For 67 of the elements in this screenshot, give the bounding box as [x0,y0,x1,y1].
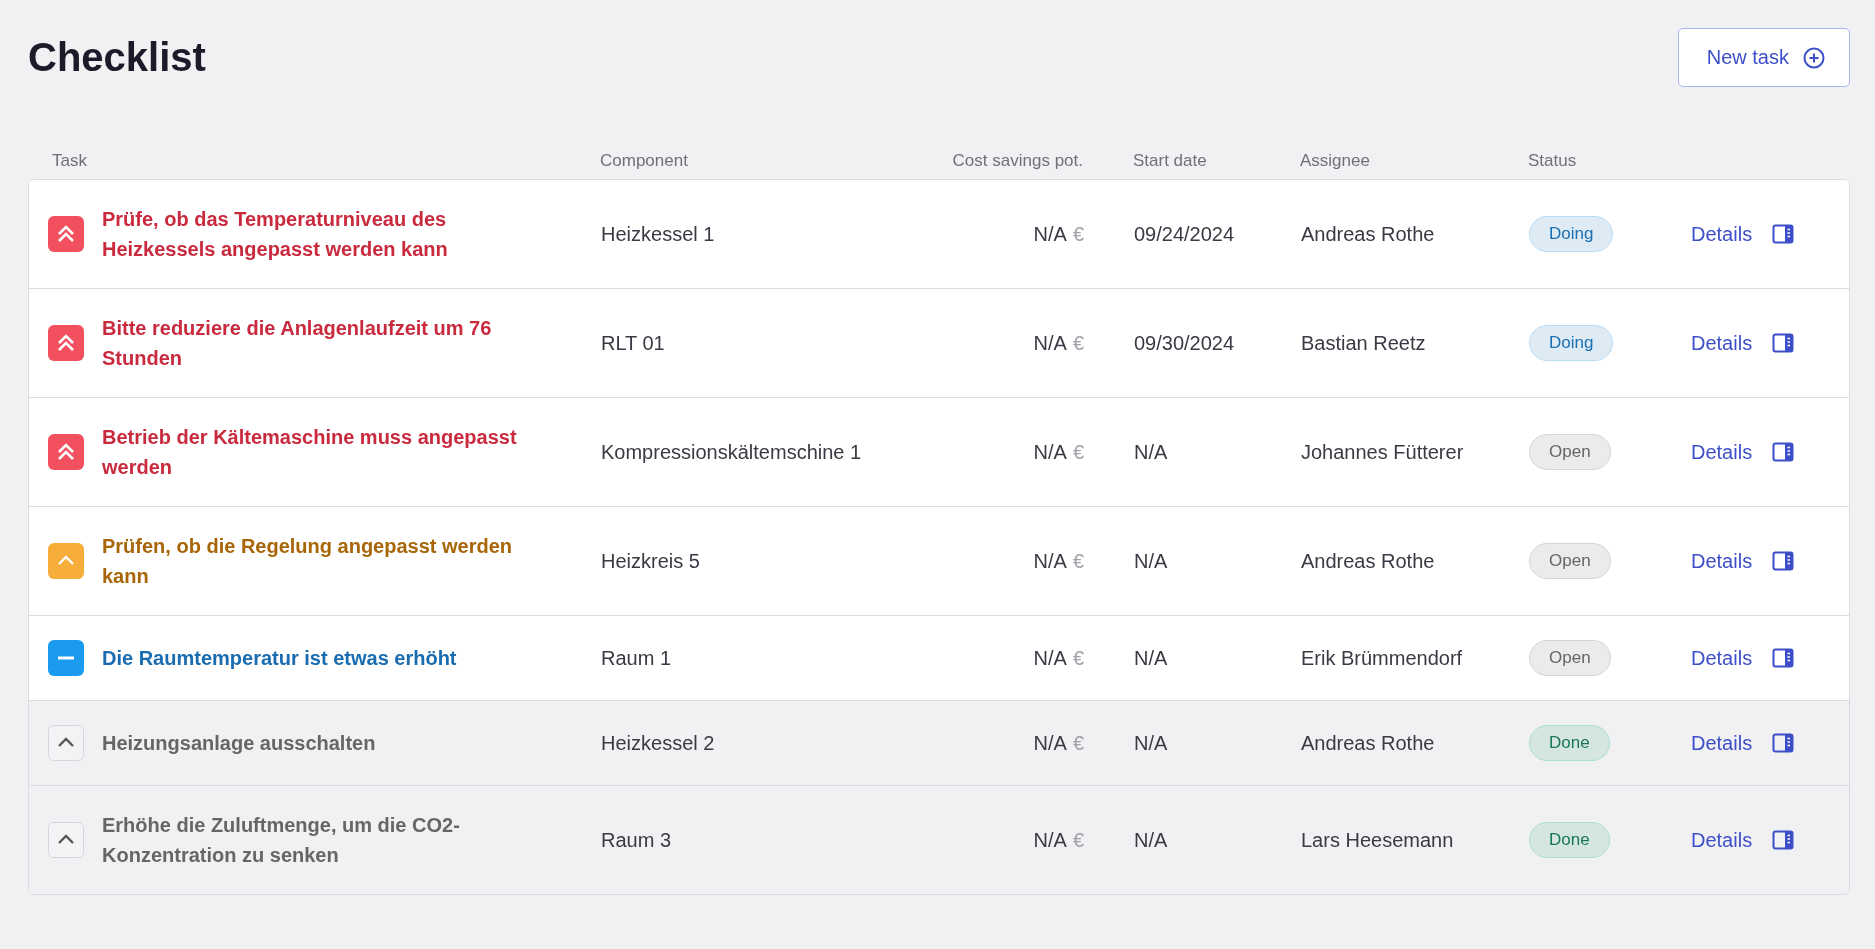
component-cell-text: RLT 01 [601,331,666,355]
details-link[interactable]: Details [1691,549,1795,573]
side-panel-icon [1772,441,1795,463]
start-date-cell-text: N/A [1134,549,1169,573]
status-badge: Open [1529,434,1611,470]
task-row[interactable]: Erhöhe die Zuluftmenge, um die CO2-Konzentration zu senken Raum 3 N/A € N/A Lars Heesemann Done Details [29,785,1849,894]
side-panel-icon [1772,550,1795,572]
column-header: Assignee [1300,151,1370,171]
details-link[interactable]: Details [1691,646,1795,670]
task-title: Heizungsanlage ausschalten [102,731,376,756]
task-title: Prüfen, ob die Regelung angepasst werden kann [102,534,514,589]
status-badge: Open [1529,543,1611,579]
task-title: Erhöhe die Zuluftmenge, um die CO2-Konzentration zu senken [102,813,461,868]
side-panel-icon [1772,829,1795,851]
details-link[interactable]: Details [1691,222,1795,246]
details-link[interactable]: Details [1691,731,1795,755]
task-row[interactable]: Heizungsanlage ausschalten Heizkessel 2 N/A € N/A Andreas Rothe Done Details [29,700,1849,785]
component-cell-text: Heizkessel 2 [601,731,716,755]
task-title: Bitte reduziere die Anlagenlaufzeit um 76 Stunden [102,316,493,371]
details-link[interactable]: Details [1691,440,1795,464]
assignee-cell-text: Johannes Fütterer [1301,440,1465,464]
start-date-cell-text: N/A [1134,828,1169,852]
assignee-cell-text: Bastian Reetz [1301,331,1427,355]
task-title: Betrieb der Kältemaschine muss angepasst werden [102,425,518,480]
start-date-cell-text: N/A [1134,440,1169,464]
cost-cell: N/A € [1033,828,1084,852]
cost-cell: N/A € [1033,549,1084,573]
task-title: Die Raumtemperatur ist etwas erhöht [102,646,457,671]
assignee-cell-text: Andreas Rothe [1301,731,1436,755]
status-badge: Open [1529,640,1611,676]
start-date-cell-text: 09/30/2024 [1134,331,1236,355]
status-badge: Doing [1529,216,1614,252]
start-date-cell-text: N/A [1134,646,1169,670]
component-cell-text: Raum 3 [601,828,673,852]
column-header: Start date [1133,151,1207,171]
column-header: Task [51,151,87,171]
cost-cell: N/A € [1033,440,1084,464]
column-header: Component [600,151,688,171]
component-cell-text: Heizkreis 5 [601,549,701,573]
task-title: Prüfe, ob das Temperaturniveau des Heizkessels angepasst werden kann [102,207,449,262]
column-header: Cost savings pot. [952,151,1083,171]
start-date-cell-text: N/A [1134,731,1169,755]
assignee-cell-text: Lars Heesemann [1301,828,1455,852]
assignee-cell-text: Andreas Rothe [1301,549,1436,573]
component-cell-text: Kompressionskältemschine 1 [601,440,863,464]
details-link[interactable]: Details [1691,331,1795,355]
cost-cell: N/A € [1033,646,1084,670]
component-cell-text: Raum 1 [601,646,673,670]
status-badge: Doing [1529,325,1614,361]
side-panel-icon [1772,732,1795,754]
cost-cell: N/A € [1033,731,1084,755]
new-task-button[interactable]: New task [1677,28,1850,87]
cost-cell: N/A € [1033,222,1084,246]
start-date-cell-text: 09/24/2024 [1134,222,1236,246]
status-badge: Done [1529,822,1610,858]
plus-circle-icon [1803,46,1825,69]
cost-cell: N/A € [1033,331,1084,355]
component-cell-text: Heizkessel 1 [601,222,716,246]
assignee-cell-text: Andreas Rothe [1301,222,1436,246]
details-link[interactable]: Details [1691,828,1795,852]
side-panel-icon [1772,223,1795,245]
page-title: Checklist [28,35,206,80]
side-panel-icon [1772,332,1795,354]
status-badge: Done [1529,725,1610,761]
assignee-cell-text: Erik Brümmendorf [1301,646,1464,670]
column-header: Status [1528,151,1577,171]
side-panel-icon [1772,647,1795,669]
